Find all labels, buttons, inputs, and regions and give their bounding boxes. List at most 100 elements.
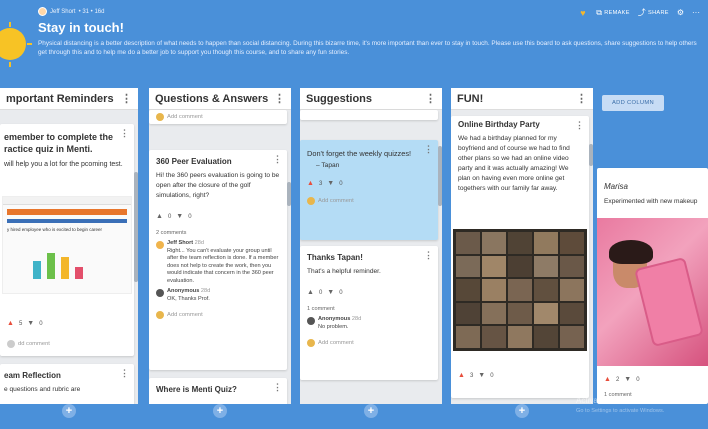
column-title: mportant Reminders	[6, 92, 114, 105]
video-call-photo[interactable]	[453, 229, 587, 351]
post-card-partial[interactable]: Add comment	[149, 110, 287, 124]
like-icon[interactable]: ▲	[156, 213, 163, 220]
post-card-highlighted[interactable]: ⋮ Don't forget the weekly quizzes! – Tap…	[300, 140, 438, 240]
user-avatar	[7, 340, 15, 348]
like-icon[interactable]: ▲	[7, 320, 14, 327]
dislike-icon[interactable]: ▼	[176, 213, 183, 220]
anonymous-avatar	[156, 289, 164, 297]
post-card[interactable]: ⋮ Where is Menti Quiz?	[149, 378, 287, 404]
gear-icon[interactable]: ⚙	[677, 8, 684, 17]
share-icon: ⤴	[637, 8, 647, 17]
slide-chart-bar	[47, 253, 55, 279]
add-comment[interactable]: Add comment	[300, 197, 438, 205]
dislike-icon[interactable]: ▼	[478, 372, 485, 379]
add-post-button[interactable]: +	[515, 404, 529, 418]
column-header: Questions & Answers ⋮	[149, 88, 291, 110]
post-card-partial[interactable]	[300, 110, 438, 120]
column-title: Suggestions	[306, 92, 373, 105]
dislike-icon[interactable]: ▼	[27, 320, 34, 327]
column-header: mportant Reminders ⋮	[0, 88, 138, 110]
post-card[interactable]: ⋮ 360 Peer Evaluation Hi! the 360 peers …	[149, 150, 287, 370]
add-post-button[interactable]: +	[364, 404, 378, 418]
remake-button[interactable]: ⧉ REMAKE	[596, 8, 629, 18]
video-tile	[534, 326, 558, 348]
author-name[interactable]: Jeff Short	[50, 9, 76, 15]
video-tile	[534, 279, 558, 301]
add-comment[interactable]: Add comment	[300, 339, 438, 347]
scrollbar[interactable]	[287, 182, 291, 206]
share-button[interactable]: ⤴ SHARE	[638, 7, 669, 18]
scrollbar[interactable]	[438, 146, 442, 206]
user-avatar	[156, 311, 164, 319]
post-card[interactable]: Marisa Experimented with new makeup ▲ 2 …	[597, 168, 708, 404]
video-tile	[534, 255, 558, 278]
card-body: e questions and rubric are	[4, 386, 81, 393]
video-tile	[482, 255, 506, 278]
card-title: Don't forget the weekly quizzes!	[307, 149, 412, 158]
post-author: Marisa	[604, 182, 629, 191]
card-menu-icon[interactable]: ⋮	[273, 154, 282, 165]
card-title: Where is Menti Quiz?	[156, 385, 237, 394]
add-comment[interactable]: dd comment	[0, 340, 57, 348]
column-menu-icon[interactable]: ⋮	[274, 92, 285, 105]
add-comment[interactable]: Add comment	[149, 311, 287, 319]
more-button[interactable]: ···	[692, 8, 700, 17]
card-body: Experimented with new makeup	[604, 198, 698, 205]
makeup-photo[interactable]	[597, 218, 708, 366]
column-menu-icon[interactable]: ⋮	[576, 92, 587, 105]
comment-time: 28d	[351, 316, 362, 322]
card-body: Hi! the 360 peers evaluation is going to…	[156, 172, 280, 199]
card-body: – Tapan	[316, 162, 340, 169]
card-menu-icon[interactable]: ⋮	[120, 368, 129, 379]
card-menu-icon[interactable]: ⋮	[273, 382, 282, 393]
post-card[interactable]: ⋮ emember to complete the ractice quiz i…	[0, 124, 134, 356]
video-tile	[508, 279, 532, 301]
video-tile	[508, 255, 532, 278]
dislike-icon[interactable]: ▼	[624, 376, 631, 383]
like-icon[interactable]: ▲	[458, 372, 465, 379]
video-tile	[482, 232, 506, 254]
video-tile	[482, 326, 506, 348]
card-menu-icon[interactable]: ⋮	[575, 120, 584, 131]
column-questions-answers: Questions & Answers ⋮ Add comment ⋮ 360 …	[149, 88, 291, 404]
scrollbar[interactable]	[589, 144, 593, 166]
column-title: Questions & Answers	[155, 92, 269, 105]
like-icon[interactable]: ▲	[307, 180, 314, 187]
post-card[interactable]: ⋮ Online Birthday Party We had a birthda…	[451, 116, 589, 398]
sun-ray	[27, 43, 32, 45]
video-tile	[456, 326, 480, 348]
card-menu-icon[interactable]: ⋮	[424, 250, 433, 261]
sun-icon	[0, 28, 26, 60]
comments-count[interactable]: 1 comment	[300, 306, 438, 312]
column-suggestions: Suggestions ⋮ ⋮ Don't forget the weekly …	[300, 88, 442, 404]
like-icon[interactable]: ▲	[307, 289, 314, 296]
comment-time: 28d	[200, 288, 211, 294]
dislike-icon[interactable]: ▼	[327, 180, 334, 187]
video-tile	[482, 302, 506, 325]
column-menu-icon[interactable]: ⋮	[425, 92, 436, 105]
column-partial: Marisa Experimented with new makeup ▲ 2 …	[597, 160, 708, 404]
slide-orange-band	[7, 209, 127, 215]
header-actions: ♥ ⧉ REMAKE ⤴ SHARE ⚙ ···	[580, 7, 700, 18]
card-menu-icon[interactable]: ⋮	[424, 144, 433, 155]
add-post-button[interactable]: +	[213, 404, 227, 418]
dislike-icon[interactable]: ▼	[327, 289, 334, 296]
post-card[interactable]: ⋮ eam Reflection e questions and rubric …	[0, 364, 134, 404]
column-title: FUN!	[457, 92, 484, 105]
column-menu-icon[interactable]: ⋮	[121, 92, 132, 105]
comment-time: 28d	[194, 240, 205, 246]
slide-chart-bar	[61, 257, 69, 279]
reactions: ▲ 0 ▼ 0	[307, 289, 343, 296]
add-comment[interactable]: Add comment	[149, 110, 287, 121]
slide-topbar	[3, 197, 131, 205]
like-icon[interactable]: ▲	[604, 376, 611, 383]
scrollbar[interactable]	[134, 172, 138, 282]
post-card[interactable]: ⋮ Thanks Tapan! That's a helpful reminde…	[300, 246, 438, 380]
add-post-button[interactable]: +	[62, 404, 76, 418]
heart-icon[interactable]: ♥	[580, 8, 588, 17]
card-menu-icon[interactable]: ⋮	[120, 128, 129, 139]
add-column-button[interactable]: ADD COLUMN	[602, 95, 664, 111]
comment-text: OK, Thanks Prof.	[167, 295, 210, 302]
comments-count[interactable]: 2 comments	[149, 230, 287, 236]
slide-chart-bar	[75, 267, 83, 279]
